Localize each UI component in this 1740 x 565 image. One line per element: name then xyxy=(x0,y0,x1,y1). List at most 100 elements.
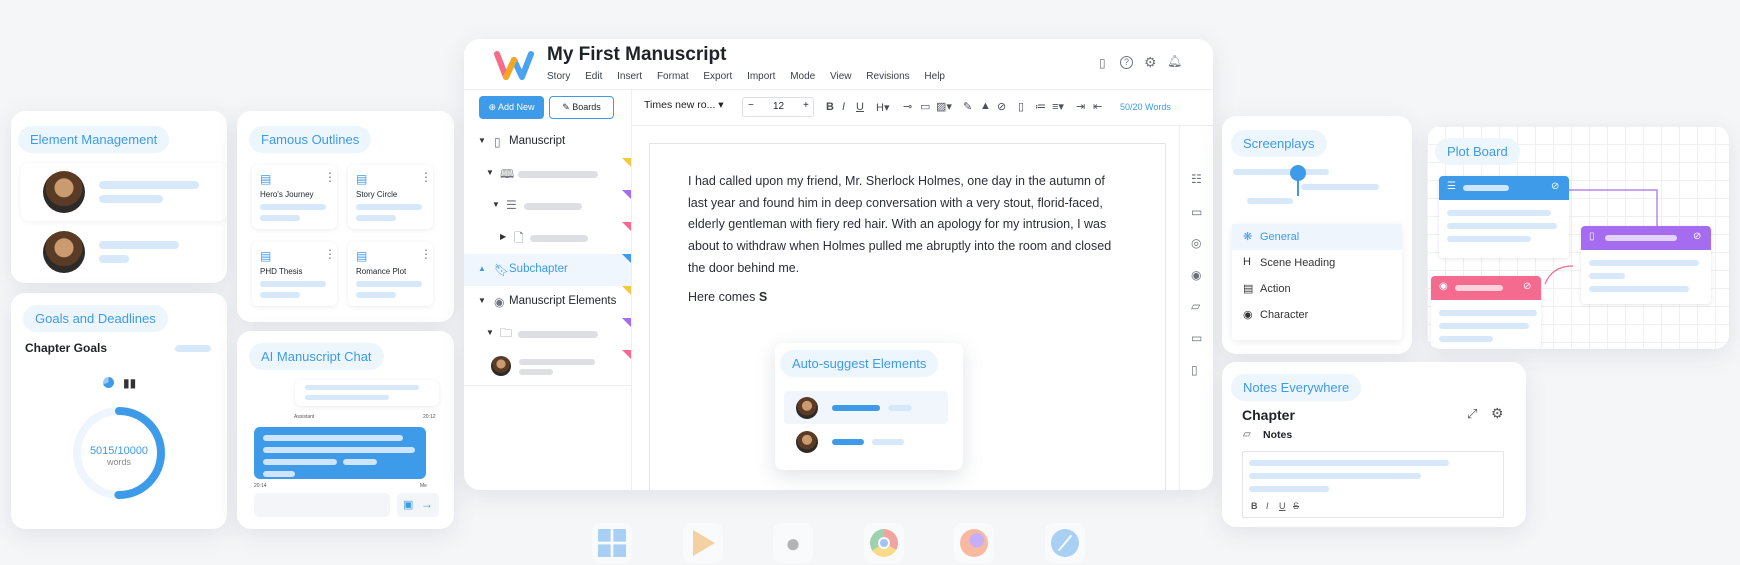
caret-down-icon[interactable]: ▼ xyxy=(492,201,500,209)
chat-input[interactable] xyxy=(254,493,390,517)
element-row-2[interactable] xyxy=(21,227,227,277)
caret-down-icon[interactable]: ▼ xyxy=(478,297,486,305)
menu-story[interactable]: Story xyxy=(547,71,570,82)
tree-item-subchapter[interactable]: ▲ 🔖︎ Subchapter xyxy=(464,254,631,286)
windows-icon[interactable] xyxy=(592,523,632,563)
more-icon[interactable]: ⋮ xyxy=(324,171,336,183)
plot-card-pink[interactable]: ◉ ⊘ xyxy=(1431,276,1541,349)
target-icon[interactable]: ◎ xyxy=(1191,236,1201,250)
comment-icon[interactable]: ▭ xyxy=(1191,205,1202,219)
chip-icon[interactable]: ▣ xyxy=(403,498,413,511)
clear-format-icon[interactable]: ⊘ xyxy=(997,100,1006,113)
bell-icon[interactable]: 🔔︎ xyxy=(1167,55,1182,67)
tree-item-manuscript-elements[interactable]: ▼ ◉ Manuscript Elements xyxy=(464,286,631,318)
menu-item-character[interactable]: ◉ Character xyxy=(1232,302,1402,328)
numbered-list-icon[interactable]: ≔ xyxy=(1035,100,1046,113)
indent-icon[interactable]: ⇥ xyxy=(1076,100,1085,113)
gear-icon[interactable]: ⚙ xyxy=(1491,405,1504,422)
underline-icon[interactable]: U xyxy=(856,101,864,113)
tree-item-manuscript[interactable]: ▼ ▯ Manuscript xyxy=(464,126,631,158)
sliders-icon[interactable]: ☷ xyxy=(1191,172,1202,186)
user-icon[interactable]: ◉ xyxy=(1191,268,1201,282)
menu-item-action[interactable]: ▤ Action xyxy=(1232,276,1402,302)
highlight-icon[interactable]: ▲ xyxy=(980,100,991,112)
bold-icon[interactable]: B xyxy=(1251,501,1258,511)
folder-user-icon[interactable]: ▭ xyxy=(1191,331,1202,345)
link-icon[interactable]: ⊸ xyxy=(903,100,912,113)
file-report-icon[interactable]: ▯ xyxy=(1191,363,1198,377)
tree-item[interactable]: ▼ ☰ xyxy=(464,190,631,222)
menu-format[interactable]: Format xyxy=(657,71,689,82)
menu-view[interactable]: View xyxy=(830,71,852,82)
outdent-icon[interactable]: ⇤ xyxy=(1093,100,1102,113)
menu-import[interactable]: Import xyxy=(747,71,775,82)
slider-handle[interactable] xyxy=(1290,165,1306,181)
pen-icon[interactable]: ✎ xyxy=(963,100,972,113)
italic-icon[interactable]: I xyxy=(1266,501,1269,511)
caret-down-icon[interactable]: ▼ xyxy=(478,137,486,145)
book-icon[interactable]: ▯ xyxy=(1099,57,1106,69)
more-icon[interactable]: ⋮ xyxy=(420,248,432,260)
google-play-icon[interactable] xyxy=(683,523,723,563)
more-icon[interactable]: ⋮ xyxy=(420,171,432,183)
apple-icon[interactable]: ● xyxy=(773,523,813,563)
current-line[interactable]: Here comes S xyxy=(688,290,767,304)
outline-card[interactable]: ▤ ⋮ PHD Thesis xyxy=(252,242,337,306)
outline-card[interactable]: ▤ ⋮ Story Circle xyxy=(348,165,433,229)
tree-item[interactable]: ▼ 🗀︎ xyxy=(464,318,631,350)
bar-chart-icon[interactable]: ▮▮ xyxy=(123,376,136,390)
menu-item-scene-heading[interactable]: H Scene Heading xyxy=(1232,250,1402,276)
expand-icon[interactable]: ⤢ xyxy=(1467,406,1477,422)
firefox-icon[interactable] xyxy=(954,523,994,563)
italic-icon[interactable]: I xyxy=(842,101,845,113)
align-icon[interactable]: ≡▾ xyxy=(1052,100,1064,113)
menu-revisions[interactable]: Revisions xyxy=(866,71,909,82)
font-family-select[interactable]: Times new ro... ▾ xyxy=(644,99,724,111)
eye-off-icon[interactable]: ⊘ xyxy=(1523,281,1531,292)
chrome-icon[interactable] xyxy=(864,523,904,563)
eye-off-icon[interactable]: ⊘ xyxy=(1693,231,1701,242)
strikethrough-icon[interactable]: S xyxy=(1293,501,1299,511)
menu-help[interactable]: Help xyxy=(924,71,945,82)
outline-card[interactable]: ▤ ⋮ Romance Plot xyxy=(348,242,433,306)
chat-send-area[interactable]: ▣ → xyxy=(397,493,439,517)
tree-item[interactable]: ▼ 🕮︎ xyxy=(464,158,631,190)
caret-up-icon[interactable]: ▲ xyxy=(478,265,486,273)
notes-editor[interactable]: B I U S xyxy=(1242,451,1504,518)
note-icon[interactable]: ▱ xyxy=(1191,299,1200,313)
tree-item[interactable] xyxy=(464,350,631,386)
menu-edit[interactable]: Edit xyxy=(585,71,602,82)
pie-chart-icon[interactable] xyxy=(103,377,114,388)
suggestion-item[interactable] xyxy=(784,391,948,424)
increase-icon[interactable]: + xyxy=(803,100,809,111)
eye-off-icon[interactable]: ⊘ xyxy=(1551,181,1559,192)
paragraph-text[interactable]: I had called upon my friend, Mr. Sherloc… xyxy=(688,171,1124,280)
suggestion-item[interactable] xyxy=(784,427,948,460)
underline-icon[interactable]: U xyxy=(1279,501,1286,511)
caret-down-icon[interactable]: ▼ xyxy=(486,329,494,337)
font-size-stepper[interactable]: − 12 + xyxy=(742,97,814,117)
gear-icon[interactable]: ⚙ xyxy=(1144,55,1157,69)
tree-item[interactable]: ▶ 🗋︎ xyxy=(464,222,631,254)
outline-card[interactable]: ▤ ⋮ Hero's Journey xyxy=(252,165,337,229)
send-icon[interactable]: → xyxy=(421,497,433,511)
more-icon[interactable]: ⋮ xyxy=(324,248,336,260)
caret-down-icon[interactable]: ▼ xyxy=(486,169,494,177)
menu-item-general[interactable]: ❋ General xyxy=(1232,224,1402,250)
decrease-icon[interactable]: − xyxy=(748,100,754,111)
comment-icon[interactable]: ▭ xyxy=(920,100,930,113)
plot-card-purple[interactable]: ▯ ⊘ xyxy=(1581,226,1711,304)
image-icon[interactable]: ▨▾ xyxy=(936,100,952,113)
menu-insert[interactable]: Insert xyxy=(617,71,642,82)
menu-export[interactable]: Export xyxy=(703,71,732,82)
menu-mode[interactable]: Mode xyxy=(790,71,815,82)
heading-icon[interactable]: H▾ xyxy=(876,101,889,114)
safari-icon[interactable] xyxy=(1045,523,1085,563)
plot-card-blue[interactable]: ☰ ⊘ xyxy=(1439,176,1569,258)
caret-right-icon[interactable]: ▶ xyxy=(500,233,506,241)
add-new-button[interactable]: ⊕ Add New xyxy=(479,96,544,119)
element-row-1[interactable] xyxy=(21,163,227,221)
boards-button[interactable]: ✎ Boards xyxy=(549,96,614,119)
help-icon[interactable]: ? xyxy=(1120,56,1133,69)
page-icon[interactable]: ▯ xyxy=(1018,100,1024,113)
